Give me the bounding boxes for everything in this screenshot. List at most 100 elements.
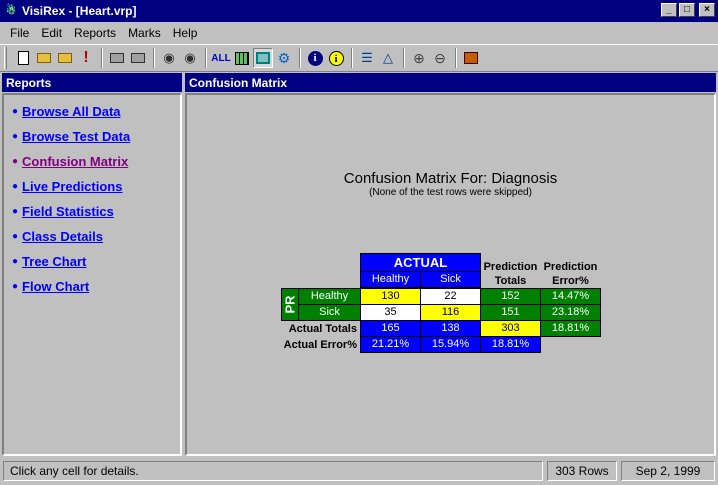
toolbar-separator: [299, 48, 301, 68]
confusion-matrix-view: Confusion Matrix For: Diagnosis (None of…: [185, 93, 716, 456]
toolbar-separator: [153, 48, 155, 68]
actual-class-sick: Sick: [420, 271, 481, 288]
reports-list-container: ● Browse All Data ● Browse Test Data ● Conf…: [2, 93, 182, 456]
menu-file[interactable]: File: [4, 26, 35, 40]
grid-view-button[interactable]: [232, 48, 252, 68]
bullet-icon: ●: [12, 106, 19, 117]
menu-help[interactable]: Help: [167, 26, 204, 40]
window-controls: _ □ ×: [661, 3, 715, 17]
find-button[interactable]: ◉: [159, 48, 179, 68]
maximize-button[interactable]: □: [679, 3, 695, 17]
toolbar-grip[interactable]: [4, 47, 7, 69]
toolbar-separator: [205, 48, 207, 68]
matrix-cell-sick-healthy[interactable]: 35: [360, 304, 421, 321]
alert-button[interactable]: !: [76, 48, 96, 68]
window-title: VisiRex - [Heart.vrp]: [22, 4, 137, 18]
actual-error-sick[interactable]: 15.94%: [420, 336, 481, 353]
menu-bar: File Edit Reports Marks Help: [0, 22, 718, 44]
exclamation-icon: !: [83, 49, 89, 66]
prediction-total-healthy[interactable]: 152: [480, 288, 541, 305]
report-link-label[interactable]: Field Statistics: [22, 204, 114, 219]
new-file-button[interactable]: [13, 48, 33, 68]
open-folder-button[interactable]: [55, 48, 75, 68]
matrix-heading: Confusion Matrix For: Diagnosis: [343, 170, 558, 187]
report-link-label[interactable]: Flow Chart: [22, 279, 89, 294]
predicted-label-cell: PR: [281, 288, 299, 321]
open-file-button[interactable]: [34, 48, 54, 68]
report-link-class-details[interactable]: ● Class Details: [12, 224, 180, 249]
matrix-cell-healthy-healthy[interactable]: 130: [360, 288, 421, 305]
minimize-button[interactable]: _: [661, 3, 677, 17]
report-link-browse-all-data[interactable]: ● Browse All Data: [12, 99, 180, 124]
matrix-cell-healthy-sick[interactable]: 22: [420, 288, 481, 305]
zoom-in-icon: ⊕: [413, 49, 425, 66]
zoom-in-button[interactable]: ⊕: [409, 48, 429, 68]
report-link-label[interactable]: Browse Test Data: [22, 129, 130, 144]
flow-view-button[interactable]: △: [378, 48, 398, 68]
prediction-totals-header-2: Totals: [494, 275, 527, 287]
report-link-label[interactable]: Live Predictions: [22, 179, 122, 194]
grid-icon: [235, 51, 249, 65]
report-link-tree-chart[interactable]: ● Tree Chart: [12, 249, 180, 274]
toolbar-separator: [351, 48, 353, 68]
report-link-label[interactable]: Tree Chart: [22, 254, 86, 269]
tree-icon: ☰: [361, 50, 373, 65]
bullet-icon: ●: [12, 231, 19, 242]
menu-edit[interactable]: Edit: [35, 26, 68, 40]
toolbar-separator: [101, 48, 103, 68]
overall-error[interactable]: 18.81%: [540, 320, 601, 337]
help-book-button[interactable]: [461, 48, 481, 68]
all-icon: ALL: [211, 52, 231, 64]
report-link-browse-test-data[interactable]: ● Browse Test Data: [12, 124, 180, 149]
predicted-class-sick: Sick: [298, 304, 361, 321]
matrix-view-button[interactable]: [253, 48, 273, 68]
new-file-icon: [17, 51, 29, 65]
screen-icon: [256, 52, 270, 64]
show-all-button[interactable]: ALL: [211, 48, 231, 68]
report-link-flow-chart[interactable]: ● Flow Chart: [12, 274, 180, 299]
status-row-count: 303 Rows: [547, 460, 617, 481]
status-date: Sep 2, 1999: [621, 460, 715, 481]
actual-header: ACTUAL: [360, 253, 481, 272]
prediction-total-sick[interactable]: 151: [480, 304, 541, 321]
printer-icon: [110, 53, 124, 63]
find-next-button[interactable]: ◉: [180, 48, 200, 68]
tree-view-button[interactable]: ☰: [357, 48, 377, 68]
report-link-label[interactable]: Class Details: [22, 229, 103, 244]
print-preview-button[interactable]: [128, 48, 148, 68]
prediction-error-header-1: Prediction: [543, 261, 598, 273]
toolbar-separator: [403, 48, 405, 68]
actual-total-healthy[interactable]: 165: [360, 320, 421, 337]
menu-reports[interactable]: Reports: [68, 26, 122, 40]
open-folder-icon: [37, 53, 51, 63]
book-icon: [464, 52, 478, 64]
report-link-confusion-matrix[interactable]: ● Confusion Matrix: [12, 149, 180, 174]
actual-totals-label: Actual Totals: [288, 323, 357, 335]
app-tree-icon: ☃: [6, 5, 16, 17]
info-button[interactable]: i: [305, 48, 325, 68]
reports-panel-title: Reports: [2, 73, 182, 92]
menu-marks[interactable]: Marks: [122, 26, 167, 40]
matrix-cell-sick-sick[interactable]: 116: [420, 304, 481, 321]
overall-error-actual[interactable]: 18.81%: [480, 336, 541, 353]
close-button[interactable]: ×: [699, 3, 715, 17]
grand-total[interactable]: 303: [480, 320, 541, 337]
info-yellow-icon: i: [328, 50, 344, 66]
info-detail-button[interactable]: i: [326, 48, 346, 68]
zoom-out-button[interactable]: ⊖: [430, 48, 450, 68]
actual-error-healthy[interactable]: 21.21%: [360, 336, 421, 353]
actual-total-sick[interactable]: 138: [420, 320, 481, 337]
info-icon: i: [307, 50, 323, 66]
prediction-error-healthy[interactable]: 14.47%: [540, 288, 601, 305]
report-link-field-statistics[interactable]: ● Field Statistics: [12, 199, 180, 224]
prediction-error-sick[interactable]: 23.18%: [540, 304, 601, 321]
settings-button[interactable]: ⚙: [274, 48, 294, 68]
report-link-label[interactable]: Browse All Data: [22, 104, 121, 119]
bullet-icon: ●: [12, 131, 19, 142]
binoculars-icon: ◉: [163, 50, 175, 65]
bullet-icon: ●: [12, 256, 19, 267]
print-button[interactable]: [107, 48, 127, 68]
report-link-label[interactable]: Confusion Matrix: [22, 154, 128, 169]
bullet-icon: ●: [12, 181, 19, 192]
report-link-live-predictions[interactable]: ● Live Predictions: [12, 174, 180, 199]
